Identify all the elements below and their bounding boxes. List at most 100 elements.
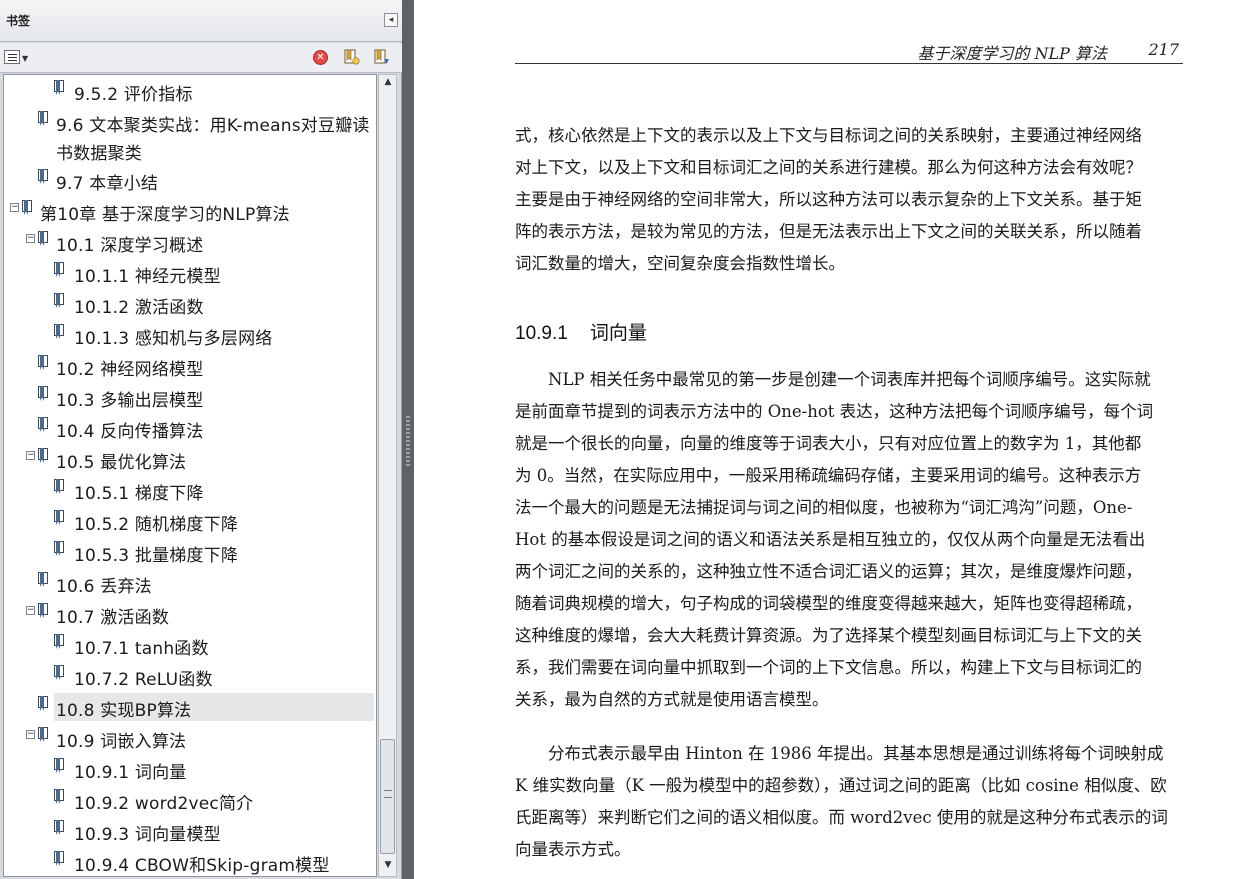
- bookmark-item[interactable]: 10.1.3 感知机与多层网络: [4, 321, 376, 349]
- bookmark-label: 10.1.1 神经元模型: [74, 267, 221, 287]
- tree-scrollbar[interactable]: ▲ ▼: [378, 74, 397, 877]
- bookmark-label: 10.9.2 word2vec简介: [74, 794, 254, 814]
- section-heading: 10.9.1 词向量: [515, 318, 647, 345]
- text-line: K 维实数向量（K 一般为模型中的超参数），通过词之间的距离（比如 cosine…: [515, 776, 1167, 795]
- scroll-thumb[interactable]: [380, 739, 395, 854]
- bookmark-icon: [22, 200, 32, 215]
- bookmark-item[interactable]: − 10.5 最优化算法: [4, 445, 376, 473]
- bookmark-icon: [54, 851, 64, 866]
- bookmark-item[interactable]: 9.6 文本聚类实战：用K-means对豆瓣读 书数据聚类: [4, 108, 376, 166]
- bookmark-icon: [54, 665, 64, 680]
- bookmark-item[interactable]: 10.5.2 随机梯度下降: [4, 507, 376, 535]
- bookmark-label: 10.5 最优化算法: [56, 453, 187, 473]
- bookmark-label: 10.9.1 词向量: [74, 763, 187, 783]
- bookmark-label: 10.5.2 随机梯度下降: [74, 515, 239, 535]
- collapse-toggle-icon[interactable]: −: [10, 203, 19, 212]
- text-line: 阵的表示方法，是较为常见的方法，但是无法表示出上下文之间的关联关系，所以随着: [515, 222, 1142, 241]
- bookmarks-panel: 书签 ◂ ▼ ✕ 9.5.2 评价指标 9.6 文本聚类实战：用K-means对豆…: [0, 0, 402, 879]
- page-number: 217: [1148, 40, 1179, 59]
- bookmark-item[interactable]: − 第10章 基于深度学习的NLP算法: [4, 197, 376, 225]
- bookmark-tree: 9.5.2 评价指标 9.6 文本聚类实战：用K-means对豆瓣读 书数据聚类 9.…: [3, 74, 377, 877]
- text-line: 对上下文，以及上下文和目标词汇之间的关系进行建模。那么为何这种方法会有效呢？: [515, 158, 1142, 177]
- text-line: 主要是由于神经网络的空间非常大，所以这种方法可以表示复杂的上下文关系。基于矩: [515, 190, 1142, 209]
- text-line: 关系，最为自然的方式就是使用语言模型。: [515, 690, 829, 709]
- running-header-title: 基于深度学习的 NLP 算法: [917, 44, 1107, 63]
- collapse-panel-button[interactable]: ◂: [384, 13, 398, 27]
- bookmark-icon: [38, 572, 48, 587]
- paragraph-1: 式，核心依然是上下文的表示以及上下文与目标词之间的关系映射，主要通过神经网络 对上…: [515, 120, 1185, 280]
- bookmark-label: 10.1.2 激活函数: [74, 298, 204, 318]
- bookmark-item[interactable]: − 10.7 激活函数: [4, 600, 376, 628]
- bookmark-label: 10.6 丢弃法: [56, 577, 152, 597]
- bookmark-label: 第10章 基于深度学习的NLP算法: [40, 205, 290, 225]
- text-line: 为 0。当然，在实际应用中，一般采用稀疏编码存储，主要采用词的编号。这种表示方: [515, 466, 1142, 485]
- bookmark-item[interactable]: 10.9.4 CBOW和Skip-gram模型: [4, 848, 376, 876]
- collapse-toggle-icon[interactable]: −: [26, 451, 35, 460]
- bookmark-item[interactable]: 10.9.3 词向量模型: [4, 817, 376, 845]
- bookmark-label: 10.3 多输出层模型: [56, 391, 204, 411]
- bookmark-item[interactable]: 10.1.2 激活函数: [4, 290, 376, 318]
- panel-title: 书签: [6, 14, 31, 28]
- bookmark-item[interactable]: 9.7 本章小结: [4, 166, 376, 194]
- bookmark-icon: [54, 479, 64, 494]
- bookmark-label: 10.9 词嵌入算法: [56, 732, 187, 752]
- scroll-down-icon[interactable]: ▼: [381, 860, 395, 874]
- bookmark-item[interactable]: 10.2 神经网络模型: [4, 352, 376, 380]
- document-page: 基于深度学习的 NLP 算法 217 式，核心依然是上下文的表示以及上下文与目标…: [414, 0, 1254, 879]
- text-line: 向量表示方式。: [515, 840, 631, 859]
- bookmark-item[interactable]: 10.7.2 ReLU函数: [4, 662, 376, 690]
- paragraph-3: 分布式表示最早由 Hinton 在 1986 年提出。其基本思想是通过训练将每个…: [515, 738, 1185, 866]
- page-header: 基于深度学习的 NLP 算法 217: [515, 36, 1183, 64]
- bookmark-icon: [54, 262, 64, 277]
- bookmark-label: 9.6 文本聚类实战：用K-means对豆瓣读: [56, 116, 370, 136]
- bookmark-icon: [38, 448, 48, 463]
- bookmark-label: 10.1.3 感知机与多层网络: [74, 329, 273, 349]
- bookmark-item[interactable]: 10.1.1 神经元模型: [4, 259, 376, 287]
- text-line: 就是一个很长的向量，向量的维度等于词表大小，只有对应位置上的数字为 1，其他都: [515, 434, 1142, 453]
- bookmark-icon: [54, 789, 64, 804]
- bookmark-icon: [54, 510, 64, 525]
- bookmark-label: 10.7.2 ReLU函数: [74, 670, 213, 690]
- bookmark-icon: [38, 603, 48, 618]
- collapse-toggle-icon[interactable]: −: [26, 606, 35, 615]
- bookmark-item[interactable]: 9.5.2 评价指标: [4, 77, 376, 105]
- bookmark-item[interactable]: 10.3 多输出层模型: [4, 383, 376, 411]
- panel-title-bar: 书签 ◂: [0, 0, 402, 42]
- text-line: 这种维度的爆增，会大大耗费计算资源。为了选择某个模型刻画目标词汇与上下文的关: [515, 626, 1142, 645]
- bookmark-label: 10.9.4 CBOW和Skip-gram模型: [74, 856, 330, 876]
- bookmark-item[interactable]: 10.9.2 word2vec简介: [4, 786, 376, 814]
- bookmark-item[interactable]: 10.4 反向传播算法: [4, 414, 376, 442]
- text-line: 是前面章节提到的词表示方法中的 One-hot 表达，这种方法把每个词顺序编号，…: [515, 402, 1154, 421]
- text-line: 两个词汇之间的关系的，这种独立性不适合词汇语义的运算；其次，是维度爆炸问题，: [515, 562, 1142, 581]
- bookmark-item[interactable]: 10.5.1 梯度下降: [4, 476, 376, 504]
- dropdown-arrow-icon: ▼: [22, 54, 29, 63]
- bookmark-item[interactable]: − 10.9 词嵌入算法: [4, 724, 376, 752]
- bookmark-item[interactable]: 10.5.3 批量梯度下降: [4, 538, 376, 566]
- bookmark-icon: [38, 231, 48, 246]
- bookmark-label: 10.7.1 tanh函数: [74, 639, 209, 659]
- text-line: 式，核心依然是上下文的表示以及上下文与目标词之间的关系映射，主要通过神经网络: [515, 126, 1142, 145]
- delete-bookmark-button[interactable]: ✕: [313, 50, 328, 65]
- expand-bookmark-button[interactable]: [373, 48, 391, 66]
- bookmark-item[interactable]: 10.6 丢弃法: [4, 569, 376, 597]
- bookmark-label: 10.8 实现BP算法: [56, 701, 192, 721]
- text-line: 随着词典规模的增大，句子构成的词袋模型的维度变得越来越大，矩阵也变得超稀疏，: [515, 594, 1142, 613]
- bookmark-icon: [54, 80, 64, 95]
- collapse-toggle-icon[interactable]: −: [26, 234, 35, 243]
- bookmark-icon: [38, 169, 48, 184]
- options-icon: [4, 50, 20, 64]
- collapse-toggle-icon[interactable]: −: [26, 730, 35, 739]
- options-menu-button[interactable]: ▼: [4, 50, 30, 66]
- bookmark-label: 9.7 本章小结: [56, 174, 159, 194]
- bookmark-item[interactable]: 10.7.1 tanh函数: [4, 631, 376, 659]
- scroll-up-icon[interactable]: ▲: [381, 77, 395, 91]
- paragraph-2: NLP 相关任务中最常见的第一步是创建一个词表库并把每个词顺序编号。这实际就 是前…: [515, 364, 1185, 716]
- text-line: 法一个最大的问题是无法捕捉词与词之间的相似度，也被称为“词汇鸿沟”问题，One-: [515, 498, 1133, 517]
- bookmark-item[interactable]: − 10.1 深度学习概述: [4, 228, 376, 256]
- section-number: 10.9.1: [515, 323, 568, 344]
- bookmark-item[interactable]: 10.9.1 词向量: [4, 755, 376, 783]
- pane-splitter[interactable]: [402, 0, 414, 879]
- bookmark-label: 10.4 反向传播算法: [56, 422, 204, 442]
- bookmark-item[interactable]: 10.8 实现BP算法: [4, 693, 376, 721]
- new-bookmark-button[interactable]: [342, 48, 360, 66]
